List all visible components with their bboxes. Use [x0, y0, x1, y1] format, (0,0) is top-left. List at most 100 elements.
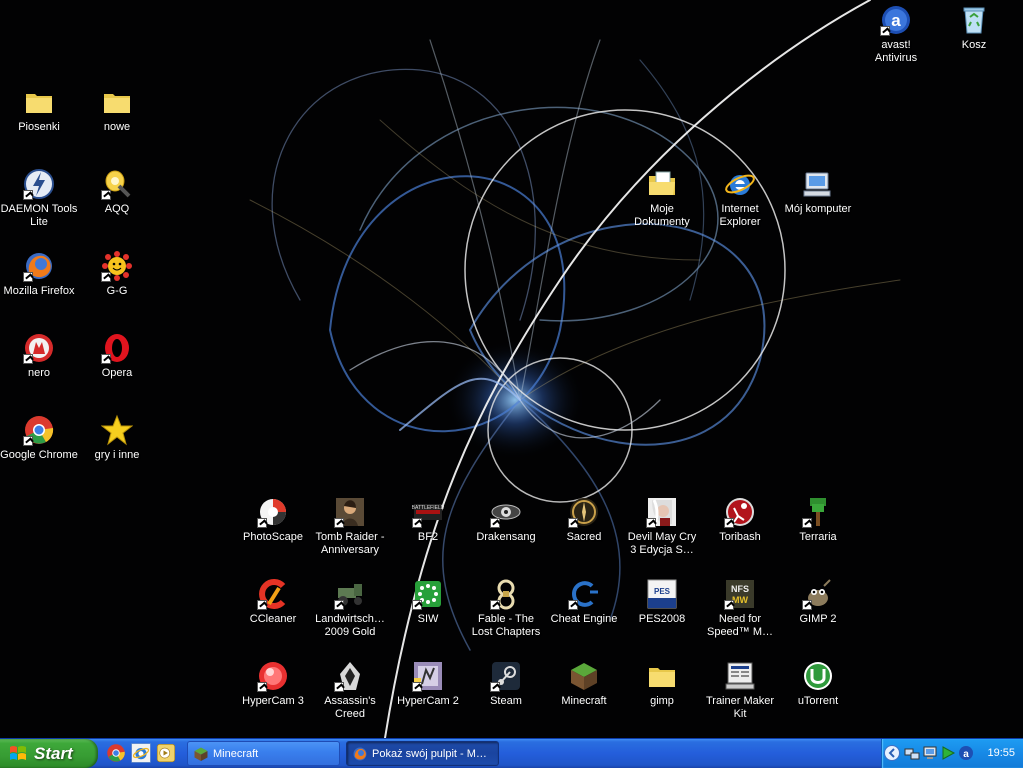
icon-label: HyperCam 3 [242, 695, 304, 707]
computer-tray-icon[interactable] [922, 745, 938, 761]
svg-text:BATTLEFIELD: BATTLEFIELD [412, 505, 444, 511]
desktop-icon-utorrent[interactable]: uTorrent [779, 660, 857, 736]
icon-label: Terraria [799, 531, 837, 543]
steam-icon [490, 660, 522, 692]
clock[interactable]: 19:55 [987, 739, 1015, 768]
desktop-icon-devil-may-cry[interactable]: Devil May Cry 3 Edycja S… [623, 496, 701, 572]
shortcut-arrow-icon [490, 682, 500, 692]
shortcut-arrow-icon [23, 436, 33, 446]
hypercam3-icon [257, 660, 289, 692]
show-hidden-icons-button[interactable] [884, 745, 900, 761]
play-icon[interactable] [940, 745, 956, 761]
hypercam2-icon [412, 660, 444, 692]
desktop-icon-moje-dokumenty[interactable]: Moje Dokumenty [623, 168, 701, 244]
desktop-icon-toribash[interactable]: Toribash [701, 496, 779, 572]
desktop-icon-moj-komputer[interactable]: Mój komputer [779, 168, 857, 244]
icon-label: PhotoScape [243, 531, 303, 543]
icon-label: nowe [103, 121, 131, 133]
desktop-icon-sacred[interactable]: Sacred [545, 496, 623, 572]
desktop[interactable]: a avast! Antivirus Kosz Piosenki nowe DA… [0, 0, 1023, 738]
desktop-icon-gimp2[interactable]: GIMP 2 [779, 578, 857, 654]
desktop-icon-pes2008[interactable]: PES PES2008 [623, 578, 701, 654]
desktop-icon-minecraft[interactable]: Minecraft [545, 660, 623, 736]
icon-label: Fable - The Lost Chapters [471, 613, 541, 638]
desktop-icon-siw[interactable]: SIW [389, 578, 467, 654]
assassins-creed-icon [334, 660, 366, 692]
siw-icon [412, 578, 444, 610]
desktop-icon-aqq[interactable]: AQQ [78, 168, 156, 244]
start-button[interactable]: Start [0, 739, 98, 768]
shortcut-arrow-icon [802, 600, 812, 610]
icon-label: gry i inne [94, 449, 140, 461]
desktop-icon-need-for-speed[interactable]: NFS MW Need for Speed™ M… [701, 578, 779, 654]
desktop-icon-trainer-maker-kit[interactable]: Trainer Maker Kit [701, 660, 779, 736]
folder-icon [101, 86, 133, 118]
icon-label: Cheat Engine [550, 613, 618, 625]
icon-label: PES2008 [638, 613, 686, 625]
shortcut-arrow-icon [568, 518, 578, 528]
desktop-icon-gimp-folder[interactable]: gimp [623, 660, 701, 736]
photoscape-icon [257, 496, 289, 528]
desktop-icon-hypercam2[interactable]: HyperCam 2 [389, 660, 467, 736]
shortcut-arrow-icon [257, 682, 267, 692]
desktop-icon-landwirtschafts[interactable]: Landwirtsch… 2009 Gold [311, 578, 389, 654]
icon-label: Mozilla Firefox [3, 285, 75, 297]
desktop-icon-gg[interactable]: G-G [78, 250, 156, 326]
shortcut-arrow-icon [257, 600, 267, 610]
desktop-icon-internet-explorer[interactable]: Internet Explorer [701, 168, 779, 244]
aqq-icon [101, 168, 133, 200]
taskbar-item-minecraft[interactable]: Minecraft [187, 741, 340, 766]
icon-label: Toribash [719, 531, 761, 543]
desktop-icon-nero[interactable]: nero [0, 332, 78, 408]
shortcut-arrow-icon [101, 190, 111, 200]
start-label: Start [34, 744, 73, 763]
icon-label: SIW [417, 613, 439, 625]
desktop-icon-avast[interactable]: a avast! Antivirus [857, 4, 935, 80]
devil-may-cry-icon [646, 496, 678, 528]
shortcut-arrow-icon [490, 600, 500, 610]
desktop-icon-piosenki[interactable]: Piosenki [0, 86, 78, 162]
desktop-icon-photoscape[interactable]: PhotoScape [234, 496, 312, 572]
desktop-icon-nowe[interactable]: nowe [78, 86, 156, 162]
icon-label: GIMP 2 [799, 613, 837, 625]
desktop-icon-recycle-bin[interactable]: Kosz [935, 4, 1013, 80]
icon-label: Opera [101, 367, 133, 379]
utorrent-icon [802, 660, 834, 692]
desktop-icon-cheat-engine[interactable]: Cheat Engine [545, 578, 623, 654]
gimp-icon [802, 578, 834, 610]
desktop-icon-hypercam3[interactable]: HyperCam 3 [234, 660, 312, 736]
chrome-icon[interactable] [106, 743, 126, 763]
taskbar-item-firefox[interactable]: Pokaż swój pulpit - M… [346, 741, 499, 766]
desktop-icon-assassins-creed[interactable]: Assassin's Creed [311, 660, 389, 736]
nero-icon [23, 332, 55, 364]
desktop-icon-ccleaner[interactable]: CCleaner [234, 578, 312, 654]
icon-label: Mój komputer [784, 203, 852, 215]
icon-label: Piosenki [18, 121, 60, 133]
desktop-icon-bf2[interactable]: BATTLEFIELD BF2 [389, 496, 467, 572]
desktop-icon-tomb-raider[interactable]: Tomb Raider - Anniversary [311, 496, 389, 572]
desktop-icon-terraria[interactable]: Terraria [779, 496, 857, 572]
desktop-icon-chrome[interactable]: Google Chrome [0, 414, 78, 490]
icon-label: Trainer Maker Kit [705, 695, 775, 720]
desktop-icon-drakensang[interactable]: Drakensang [467, 496, 545, 572]
icon-label: Kosz [961, 39, 987, 51]
network-icon[interactable] [904, 745, 920, 761]
icon-label: Internet Explorer [719, 203, 761, 228]
svg-text:a: a [891, 11, 901, 30]
need-for-speed-icon: NFS MW [724, 578, 756, 610]
desktop-icon-fable[interactable]: Fable - The Lost Chapters [467, 578, 545, 654]
desktop-icon-firefox[interactable]: Mozilla Firefox [0, 250, 78, 326]
media-player-icon[interactable] [156, 743, 176, 763]
shortcut-arrow-icon [334, 600, 344, 610]
desktop-icon-steam[interactable]: Steam [467, 660, 545, 736]
ie-icon[interactable] [131, 743, 151, 763]
minecraft-icon [194, 747, 208, 761]
fable-icon [490, 578, 522, 610]
desktop-icon-opera[interactable]: Opera [78, 332, 156, 408]
shortcut-arrow-icon [334, 682, 344, 692]
desktop-icon-daemon-tools[interactable]: DAEMON Tools Lite [0, 168, 78, 244]
icon-label: gimp [650, 695, 674, 707]
avast-tray-icon[interactable]: a [958, 745, 974, 761]
desktop-icon-gry-i-inne[interactable]: gry i inne [78, 414, 156, 490]
drakensang-icon [490, 496, 522, 528]
